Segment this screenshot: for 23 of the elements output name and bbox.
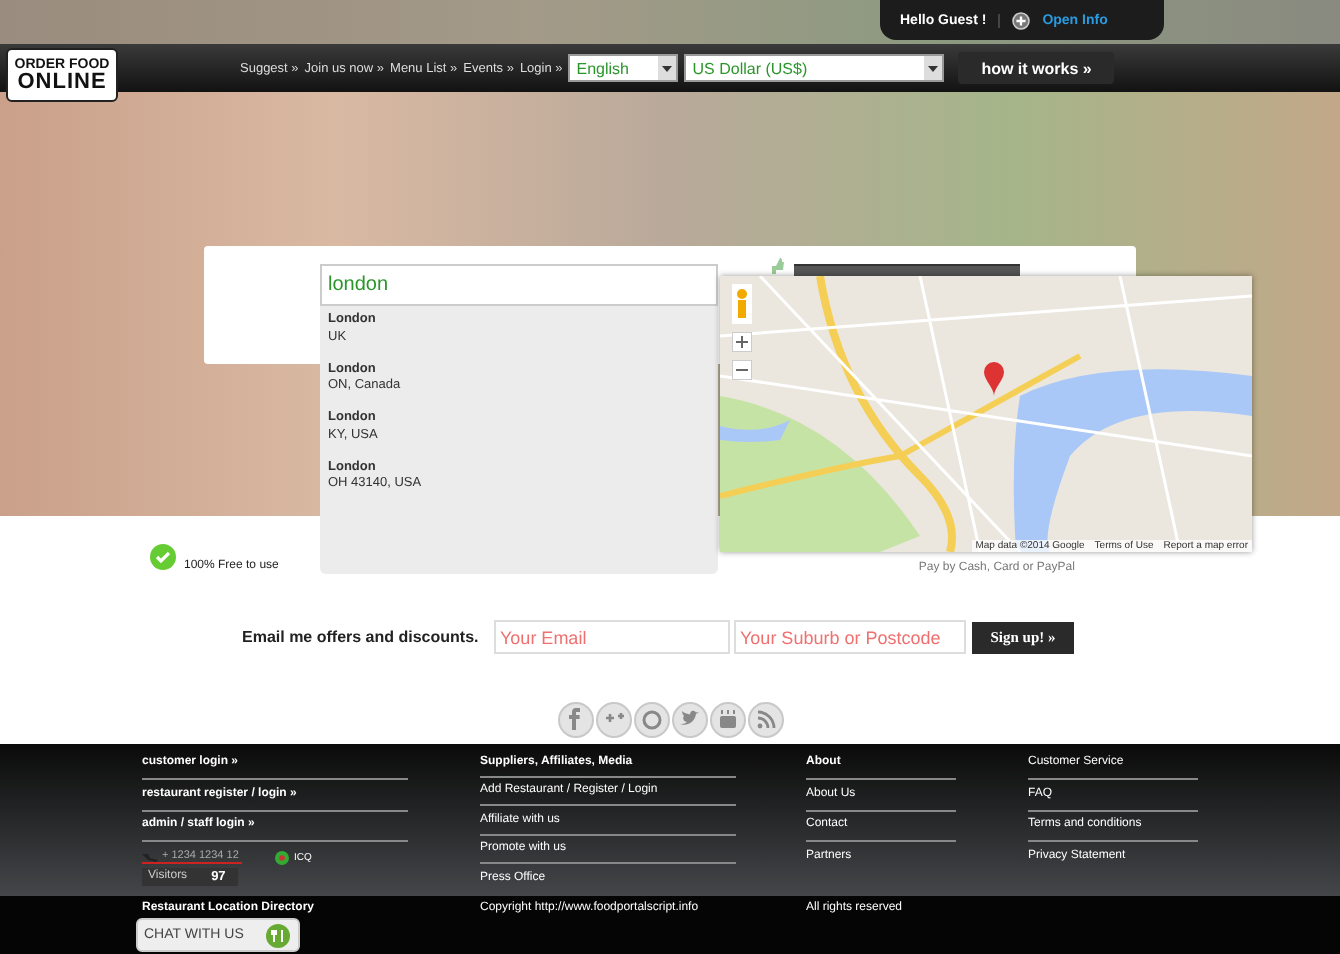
- flower-icon: [274, 849, 290, 865]
- dropdown[interactable]: US Dollar (US$): [684, 54, 945, 82]
- zoom-out-icon: [732, 360, 752, 380]
- social-icon[interactable]: [710, 702, 746, 738]
- utensils-icon: [266, 923, 290, 947]
- social-icon[interactable]: [634, 702, 670, 738]
- search-field[interactable]: london: [320, 264, 718, 306]
- social-icon[interactable]: [748, 702, 784, 738]
- social-icon[interactable]: [596, 702, 632, 738]
- zoom-in-icon: [732, 332, 752, 352]
- how-it-works-button[interactable]: how it works »: [958, 52, 1115, 84]
- social-icon[interactable]: [558, 702, 594, 738]
- caret-icon: [924, 56, 943, 80]
- input-field[interactable]: Your Email: [494, 620, 730, 654]
- thumbs-up-icon: [770, 258, 784, 274]
- search-button[interactable]: [794, 264, 1020, 276]
- plus-icon: [1012, 11, 1031, 29]
- caret-icon: [658, 56, 677, 80]
- dropdown[interactable]: English: [568, 54, 679, 82]
- check-icon: [150, 544, 176, 570]
- newsletter-label: Email me offers and discounts.: [242, 628, 481, 646]
- social-icon[interactable]: [672, 702, 708, 738]
- input-field[interactable]: Your Suburb or Postcode: [734, 620, 966, 654]
